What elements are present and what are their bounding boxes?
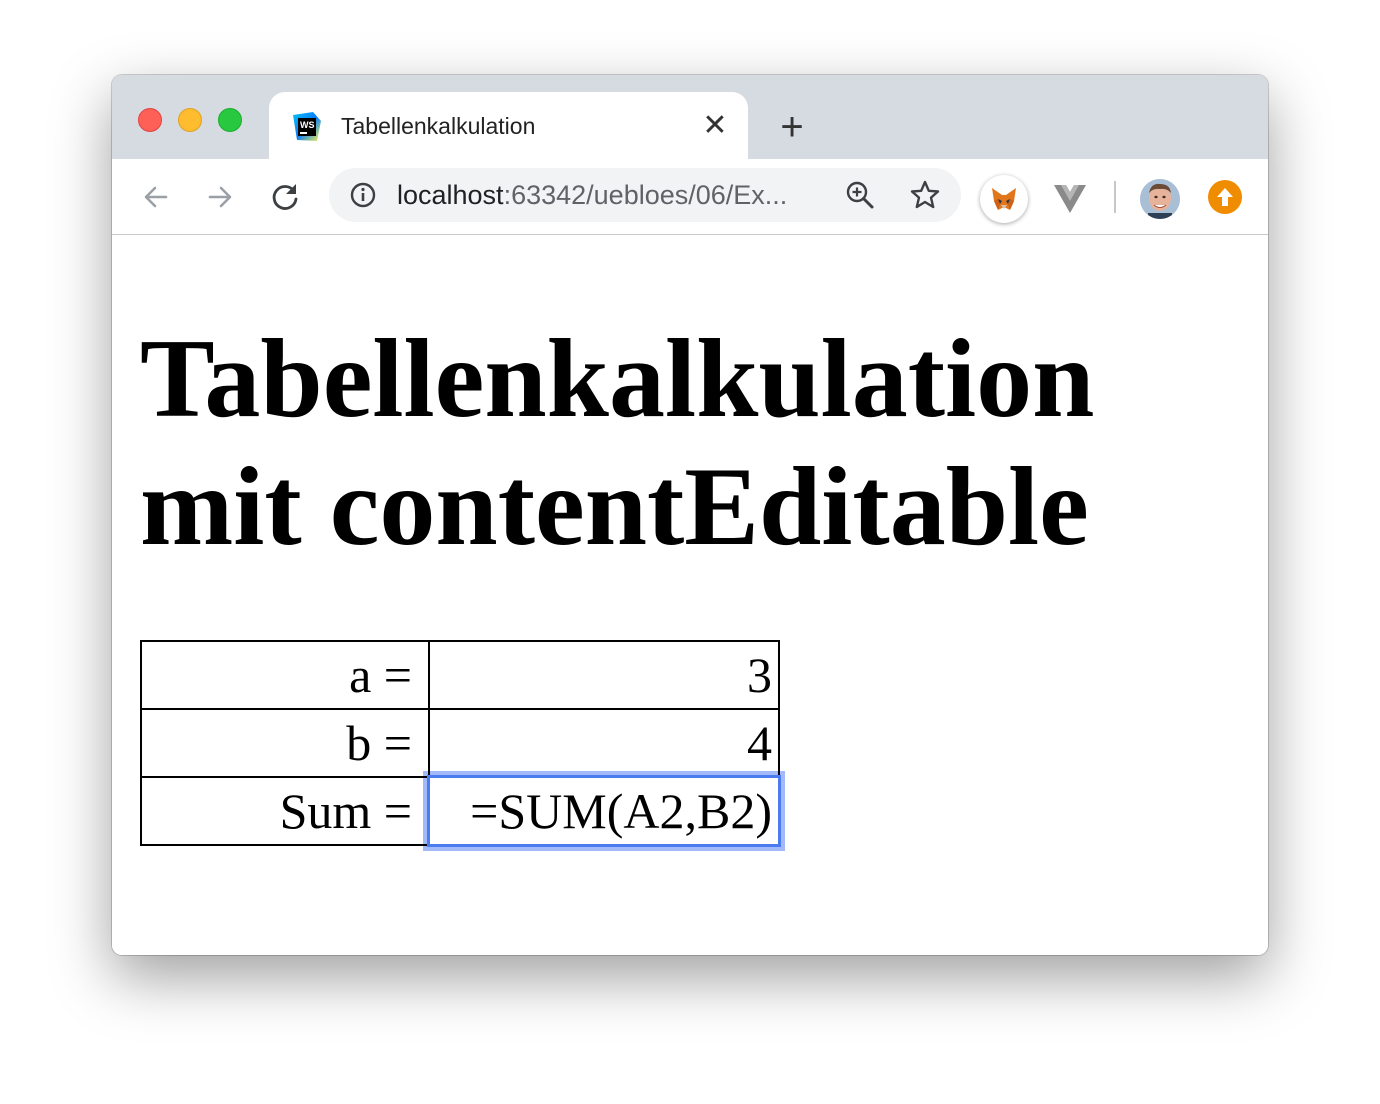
window-minimize-button[interactable]	[178, 108, 202, 132]
info-icon[interactable]	[349, 181, 377, 209]
row-label-a: a =	[140, 640, 430, 710]
url-host: localhost	[397, 180, 504, 210]
table-row: Sum = =SUM(A2,B2)	[140, 775, 781, 847]
browser-toolbar: localhost:63342/uebloes/06/Ex...	[112, 159, 1268, 235]
address-bar[interactable]: localhost:63342/uebloes/06/Ex...	[329, 168, 961, 222]
cell-value-a[interactable]: 3	[428, 640, 780, 710]
bookmark-star-icon[interactable]	[909, 179, 941, 211]
tab-close-icon[interactable]: ✕	[701, 111, 729, 141]
tab-active[interactable]: WS Tabellenkalkulation ✕	[269, 92, 748, 159]
metamask-extension-button[interactable]	[980, 175, 1028, 223]
metamask-fox-icon	[992, 188, 1016, 210]
profile-avatar-icon	[1140, 179, 1180, 219]
zoom-in-icon[interactable]	[845, 180, 875, 210]
url-text[interactable]: localhost:63342/uebloes/06/Ex...	[397, 180, 827, 210]
page-title: Tabellenkalkulation mit contentEditable	[140, 317, 1095, 569]
profile-avatar[interactable]	[1140, 179, 1180, 219]
new-tab-button[interactable]: +	[774, 107, 810, 147]
tab-strip: WS Tabellenkalkulation ✕ +	[112, 75, 1268, 159]
cell-value-b[interactable]: 4	[428, 708, 780, 778]
window-zoom-button[interactable]	[218, 108, 242, 132]
page-content: Tabellenkalkulation mit contentEditable …	[112, 235, 1268, 955]
update-button[interactable]	[1208, 180, 1242, 214]
reload-button[interactable]	[267, 179, 303, 215]
update-icon	[1217, 188, 1233, 206]
svg-text:WS: WS	[300, 120, 315, 130]
webstorm-icon: WS	[293, 112, 321, 141]
spreadsheet-table: a = 3 b = 4 Sum = =SUM(A2,B2)	[140, 640, 781, 847]
arrow-left-icon	[144, 186, 168, 208]
forward-button[interactable]	[202, 179, 238, 215]
row-label-sum: Sum =	[140, 776, 430, 846]
toolbar-separator	[1114, 181, 1116, 213]
window-close-button[interactable]	[138, 108, 162, 132]
table-row: a = 3	[140, 640, 780, 710]
table-row: b = 4	[140, 708, 780, 778]
vue-devtools-icon[interactable]	[1052, 181, 1088, 217]
url-path: :63342/uebloes/06/Ex...	[503, 180, 788, 210]
browser-window: WS Tabellenkalkulation ✕ + localhost:633…	[112, 75, 1268, 955]
arrow-right-icon	[208, 186, 232, 208]
cell-value-sum[interactable]: =SUM(A2,B2)	[427, 775, 781, 847]
reload-icon	[272, 184, 298, 210]
row-label-b: b =	[140, 708, 430, 778]
back-button[interactable]	[138, 179, 174, 215]
tab-title: Tabellenkalkulation	[341, 113, 536, 139]
